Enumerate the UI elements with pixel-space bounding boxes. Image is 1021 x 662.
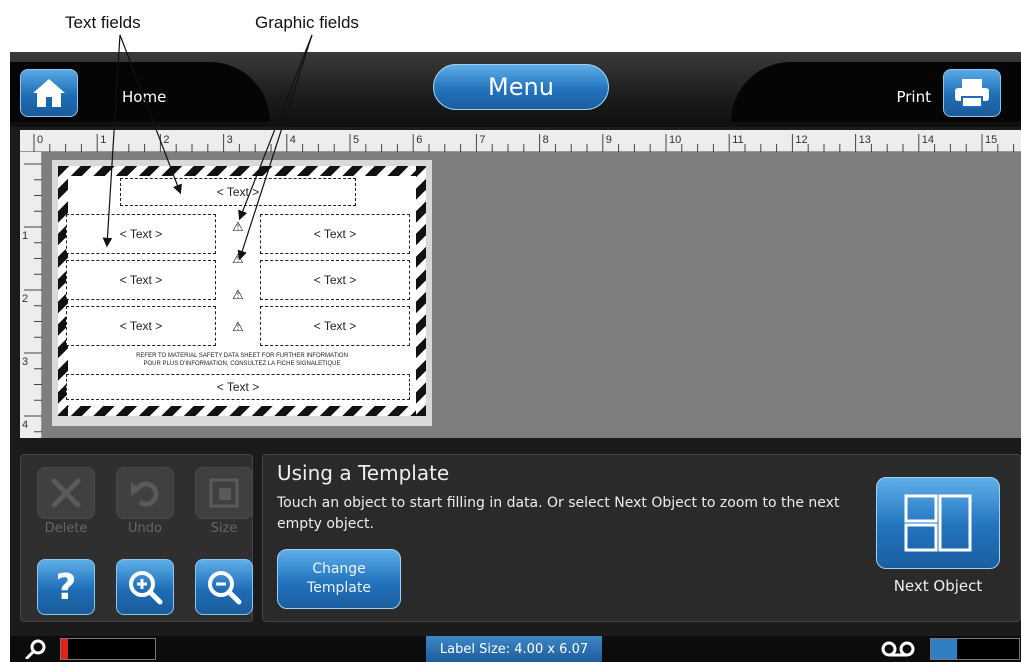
ruler-label: 7 (479, 134, 485, 146)
next-object-icon (904, 494, 972, 552)
left-level-bar (60, 638, 156, 660)
template-info-panel: Using a Template Touch an object to star… (262, 454, 1021, 622)
safety-notice-line1: REFER TO MATERIAL SAFETY DATA SHEET FOR … (136, 353, 348, 359)
next-object-button[interactable] (876, 477, 1000, 569)
ruler-label: 1 (100, 134, 106, 146)
printer-screen: Home Menu Print 0 1 2 3 4 5 6 7 8 9 10 11 12 13 14 15 1… (10, 52, 1021, 662)
ruler-label: 4 (290, 134, 296, 146)
ruler-label: 8 (543, 134, 549, 146)
vertical-ruler: 1 2 3 4 (20, 152, 42, 438)
graphic-field[interactable]: ⚠ (228, 318, 248, 336)
ruler-label: 10 (669, 134, 681, 146)
ruler-label: 1 (22, 230, 28, 242)
status-bar: Label Size: 4.00 x 6.07 (10, 636, 1021, 662)
text-field[interactable]: < Text > (260, 260, 410, 300)
ruler-label: 14 (922, 134, 934, 146)
undo-icon (131, 481, 159, 507)
undo-button[interactable]: Undo (116, 467, 174, 536)
info-title: Using a Template (277, 461, 450, 485)
print-button[interactable] (943, 69, 1001, 117)
graphic-fields-callout: Graphic fields (255, 13, 359, 32)
ruler-label: 3 (227, 134, 233, 146)
ruler-label: 4 (22, 419, 28, 431)
zoom-out-icon (208, 571, 242, 605)
text-field[interactable]: < Text > (66, 306, 216, 346)
right-level-bar (930, 638, 1020, 660)
print-label: Print (896, 88, 931, 106)
edit-tools-panel: Delete Undo Size ? (20, 454, 253, 622)
change-template-label-2: Template (307, 580, 371, 596)
label-preview: < Text > < Text > < Text > < Text > < Te… (52, 160, 432, 426)
size-label: Size (210, 521, 238, 536)
text-field[interactable]: < Text > (260, 306, 410, 346)
undo-label: Undo (128, 521, 162, 536)
home-button[interactable] (20, 69, 78, 117)
size-button[interactable]: Size (195, 467, 253, 536)
zoom-in-icon (129, 571, 163, 605)
house-icon (33, 79, 65, 107)
zoom-out-button[interactable] (195, 559, 253, 615)
printer-icon (955, 79, 989, 108)
ruler-label: 0 (37, 134, 43, 146)
help-button[interactable]: ? (37, 559, 95, 615)
resize-icon (209, 478, 239, 508)
ruler-label: 13 (859, 134, 871, 146)
question-icon: ? (55, 566, 77, 608)
menu-button[interactable]: Menu (433, 64, 609, 110)
ruler-label: 3 (22, 356, 28, 368)
next-object-label: Next Object (893, 577, 983, 595)
graphic-field[interactable]: ⚠ (228, 218, 248, 236)
ruler-label: 6 (416, 134, 422, 146)
text-field[interactable]: < Text > (66, 214, 216, 254)
ruler-label: 2 (22, 293, 28, 305)
graphic-field[interactable]: ⚠ (228, 250, 248, 268)
info-text: Touch an object to start filling in data… (277, 495, 840, 532)
text-field[interactable]: < Text > (66, 260, 216, 300)
label-canvas: < Text > < Text > < Text > < Text > < Te… (42, 152, 1021, 438)
zoom-in-button[interactable] (116, 559, 174, 615)
ruler-label: 12 (795, 134, 807, 146)
search-icon (25, 639, 46, 659)
delete-label: Delete (44, 521, 88, 536)
horizontal-ruler: 0 1 2 3 4 5 6 7 8 9 10 11 12 13 14 15 (20, 130, 1021, 152)
safety-notice-line2: POUR PLUS D'INFORMATION, CONSULTEZ LA FI… (143, 361, 341, 367)
text-field[interactable]: < Text > (260, 214, 410, 254)
ruler-label: 11 (732, 134, 743, 146)
tape-icon (881, 641, 915, 657)
label-size-indicator: Label Size: 4.00 x 6.07 (426, 636, 602, 662)
change-template-button[interactable]: Change Template (277, 549, 401, 609)
delete-x-icon (51, 478, 81, 508)
ruler-label: 15 (985, 134, 997, 146)
home-label: Home (122, 88, 167, 106)
text-field[interactable]: < Text > (66, 374, 410, 400)
ruler-label: 5 (353, 134, 359, 146)
graphic-field[interactable]: ⚠ (228, 286, 248, 304)
top-bar: Home Menu Print (10, 52, 1021, 127)
change-template-label-1: Change (312, 561, 366, 577)
ruler-label: 9 (606, 134, 612, 146)
ruler-label: 2 (163, 134, 169, 146)
text-field[interactable]: < Text > (120, 178, 356, 206)
delete-button[interactable]: Delete (37, 467, 95, 536)
text-fields-callout: Text fields (65, 13, 141, 32)
